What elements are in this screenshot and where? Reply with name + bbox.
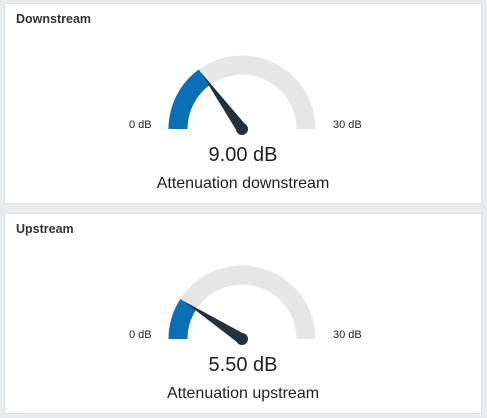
gauge-min-label: 0 dB xyxy=(129,329,152,341)
gauge-min-label: 0 dB xyxy=(129,119,152,131)
gauge-max-label: 30 dB xyxy=(333,119,362,131)
downstream-widget: Downstream 0 dB 30 dB 9.00 dB Attenuatio… xyxy=(4,3,482,204)
gauge-needle-hub xyxy=(236,333,248,345)
downstream-gauge xyxy=(168,55,316,135)
gauge-fill xyxy=(168,69,211,130)
upstream-gauge xyxy=(168,265,316,345)
gauge-track xyxy=(168,265,316,340)
gauge-needle xyxy=(183,300,245,344)
gauge-max-label: 30 dB xyxy=(333,329,362,341)
gauge-value: 5.50 dB xyxy=(208,354,278,376)
gauge-needle xyxy=(200,72,247,133)
gauge-fill xyxy=(168,298,197,340)
gauge-needle-hub xyxy=(236,123,248,135)
gauge-value: 9.00 dB xyxy=(208,144,278,166)
upstream-widget: Upstream 0 dB 30 dB 5.50 dB Attenuation … xyxy=(4,213,482,414)
gauge-description: Attenuation downstream xyxy=(156,175,330,192)
gauge-description: Attenuation upstream xyxy=(166,385,320,402)
